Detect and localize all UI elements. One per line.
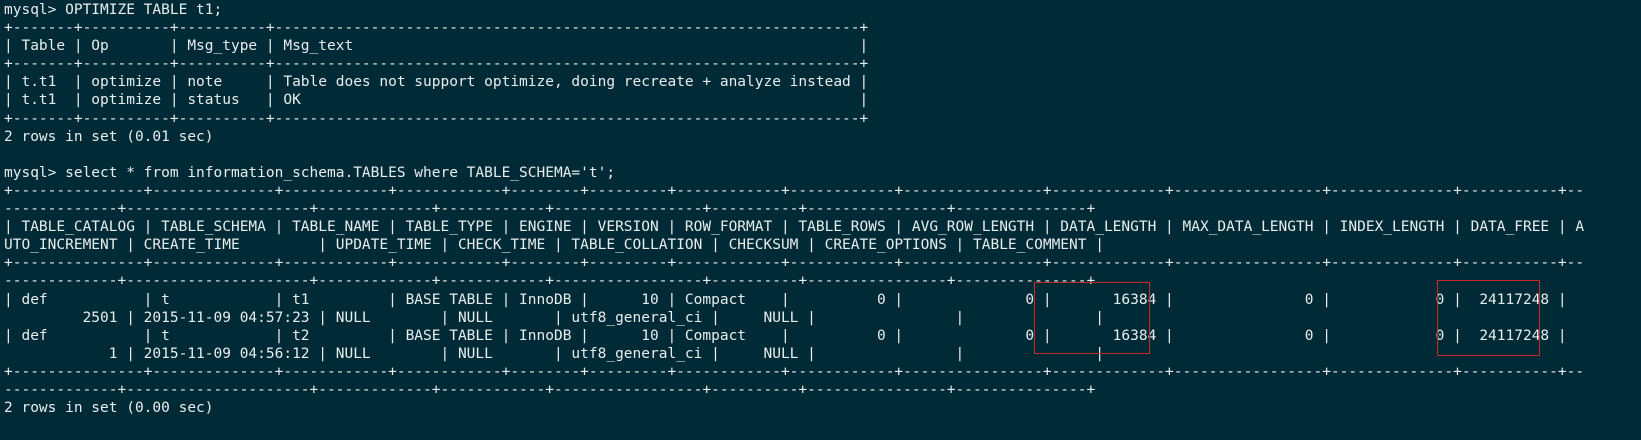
command-prompt-optimize: mysql> OPTIMIZE TABLE t1; — [4, 2, 223, 18]
table-border: +---------------+--------------+--------… — [4, 255, 1585, 272]
result-summary: 2 rows in set (0.00 sec) — [4, 400, 214, 417]
table-row: | def | t | t2 | BASE TABLE | InnoDB | 1… — [4, 327, 1567, 344]
table-border-wrap: -------------+---------------------+----… — [4, 381, 1096, 398]
table-row-wrap: 2501 | 2015-11-09 04:57:23 | NULL | NULL… — [4, 309, 1104, 326]
table-row: | def | t | t1 | BASE TABLE | InnoDB | 1… — [4, 291, 1567, 308]
command-prompt-select: mysql> select * from information_schema.… — [4, 164, 616, 181]
table-border: +---------------+--------------+--------… — [4, 182, 1585, 199]
table-row: | t.t1 | optimize | note | Table does no… — [4, 74, 869, 91]
table-row-wrap: 1 | 2015-11-09 04:56:12 | NULL | NULL | … — [4, 345, 1104, 362]
table-header-row: | Table | Op | Msg_type | Msg_text | — [4, 38, 869, 55]
table-border-wrap: -------------+---------------------+----… — [4, 273, 1096, 290]
result-summary: 2 rows in set (0.01 sec) — [4, 128, 214, 145]
table-border: +-------+----------+----------+---------… — [4, 20, 869, 37]
terminal-window[interactable]: mysql> OPTIMIZE TABLE t1; +-------+-----… — [0, 0, 1641, 440]
table-border-wrap: -------------+---------------------+----… — [4, 201, 1096, 218]
table-border: +-------+----------+----------+---------… — [4, 110, 869, 127]
table-border: +-------+----------+----------+---------… — [4, 56, 869, 73]
table-row: | t.t1 | optimize | status | OK | — [4, 92, 869, 109]
table-border: +---------------+--------------+--------… — [4, 363, 1585, 380]
table-header-row-wrap: UTO_INCREMENT | CREATE_TIME | UPDATE_TIM… — [4, 237, 1104, 254]
table-header-row: | TABLE_CATALOG | TABLE_SCHEMA | TABLE_N… — [4, 219, 1585, 236]
